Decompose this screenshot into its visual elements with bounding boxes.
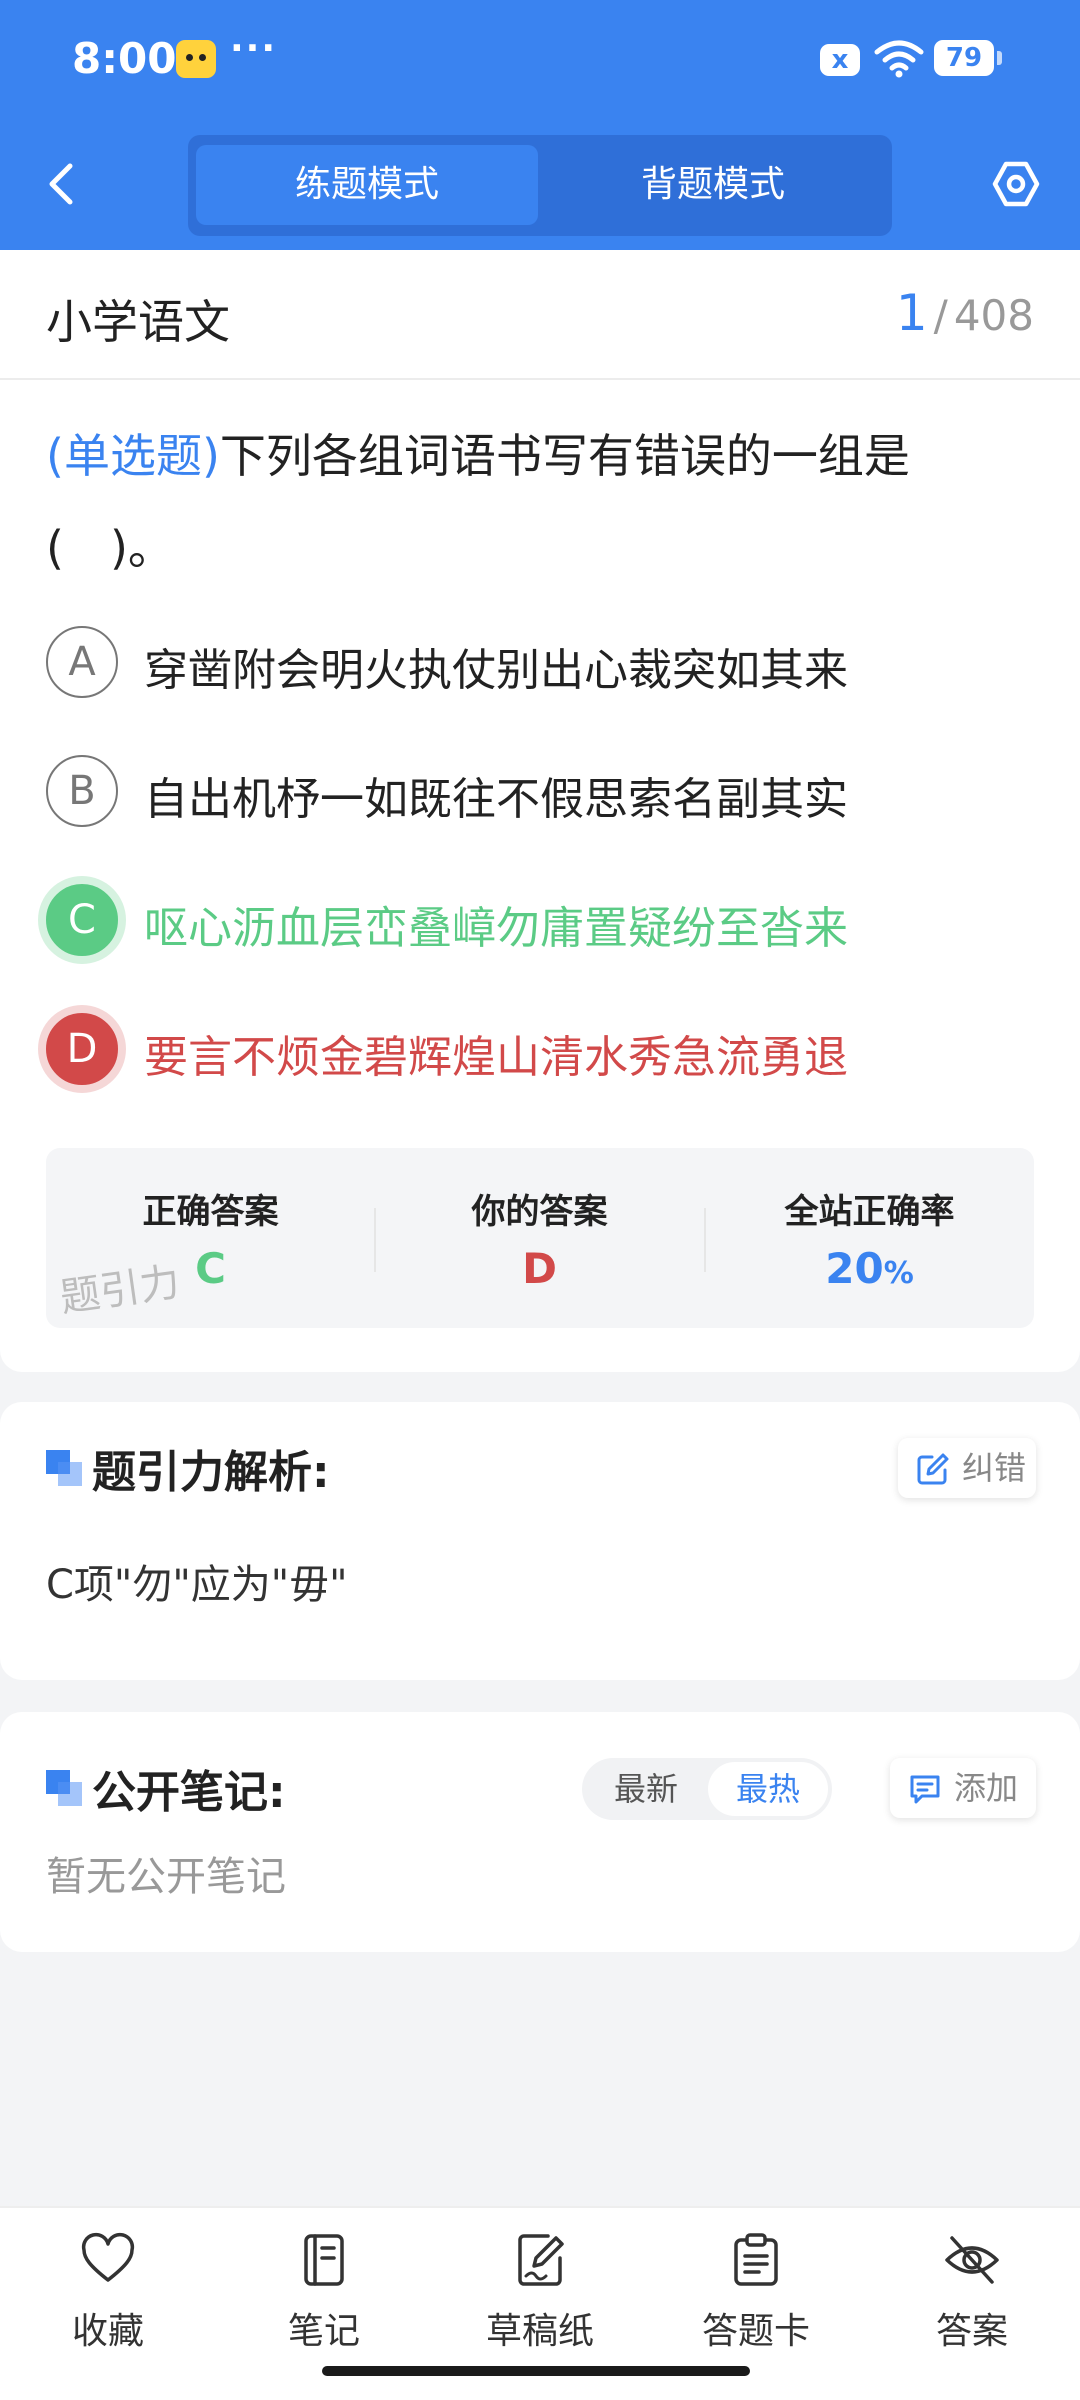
option-d[interactable]: D 要言不烦金碧辉煌山清水秀急流勇退 xyxy=(46,1009,1046,1089)
add-note-button[interactable]: 添加 xyxy=(890,1758,1036,1818)
back-button[interactable] xyxy=(38,158,90,210)
status-time: 8:00 xyxy=(72,34,177,83)
more-notifications-icon: ··· xyxy=(230,28,278,69)
option-text: 呕心沥血层峦叠嶂勿庸置疑纷至沓来 xyxy=(144,903,848,954)
home-indicator[interactable] xyxy=(322,2366,750,2376)
progress-total: 408 xyxy=(953,291,1034,340)
app-header: 8:00 ··· x 79 练题模式 背题模式 xyxy=(0,0,1080,250)
eye-off-icon xyxy=(945,2236,999,2284)
nav-label: 答案 xyxy=(935,2311,1008,2352)
notes-sort-toggle: 最新 最热 xyxy=(582,1758,832,1820)
sort-newest[interactable]: 最新 xyxy=(586,1758,706,1820)
your-answer: 你的答案 D xyxy=(375,1148,704,1328)
nav-label: 笔记 xyxy=(287,2311,360,2352)
option-letter: C xyxy=(46,884,118,956)
subject-title: 小学语文 xyxy=(46,295,230,349)
practice-page: 8:00 ··· x 79 练题模式 背题模式 小学语文 1 / 408 (单选… xyxy=(0,0,1080,2400)
tab-practice-mode[interactable]: 练题模式 xyxy=(196,145,538,225)
option-letter: B xyxy=(46,755,118,827)
progress-current: 1 xyxy=(895,284,928,342)
option-letter: D xyxy=(46,1013,118,1085)
draft-icon xyxy=(518,2234,564,2286)
option-a[interactable]: A 穿凿附会明火执仗别出心裁突如其来 xyxy=(46,622,1046,702)
comment-icon xyxy=(910,1775,940,1804)
nav-label: 草稿纸 xyxy=(485,2311,594,2352)
notebook-icon xyxy=(304,2234,344,2286)
notes-empty-text: 暂无公开笔记 xyxy=(46,1854,286,1900)
question-type: (单选题) xyxy=(46,429,220,483)
status-bar: 8:00 ··· x 79 xyxy=(0,0,1080,120)
section-square-icon xyxy=(46,1770,82,1806)
nav-answer-card[interactable]: 答题卡 xyxy=(676,2232,836,2362)
wifi-icon xyxy=(874,40,924,78)
option-letter: A xyxy=(46,626,118,698)
nav-label: 答题卡 xyxy=(701,2311,810,2352)
mode-switch: 练题模式 背题模式 xyxy=(188,135,892,236)
public-notes-card: 公开笔记: 最新 最热 添加 暂无公开笔记 xyxy=(0,1712,1080,1952)
correct-answer-label: 正确答案 xyxy=(142,1192,279,1232)
site-accuracy-value: 20% xyxy=(705,1244,1034,1293)
add-note-label: 添加 xyxy=(954,1769,1019,1807)
question-card: 小学语文 1/408 (单选题)下列各组词语书写有错误的一组是( )。 A 穿凿… xyxy=(0,250,1080,1372)
site-accuracy-label: 全站正确率 xyxy=(784,1192,955,1232)
section-square-icon xyxy=(46,1450,82,1486)
answer-summary: 正确答案 C 你的答案 D 全站正确率 20% 题引力 xyxy=(46,1148,1034,1328)
nav-label: 收藏 xyxy=(71,2311,144,2352)
question-progress[interactable]: 1/408 xyxy=(896,284,1034,342)
site-accuracy-number: 20 xyxy=(825,1244,884,1293)
site-accuracy-unit: % xyxy=(883,1256,914,1291)
site-accuracy: 全站正确率 20% xyxy=(705,1148,1034,1328)
nav-favorite[interactable]: 收藏 xyxy=(28,2232,188,2362)
option-text: 自出机杼一如既往不假思索名副其实 xyxy=(144,774,848,825)
option-text: 要言不烦金碧辉煌山清水秀急流勇退 xyxy=(144,1032,848,1083)
no-sim-icon: x xyxy=(820,44,860,76)
option-text: 穿凿附会明火执仗别出心裁突如其来 xyxy=(144,645,848,696)
option-b[interactable]: B 自出机杼一如既往不假思索名副其实 xyxy=(46,751,1046,831)
analysis-card: 题引力解析: 纠错 C项"勿"应为"毋" xyxy=(0,1402,1080,1680)
tab-memorize-mode[interactable]: 背题模式 xyxy=(542,145,884,225)
nav-notes[interactable]: 笔记 xyxy=(244,2232,404,2362)
settings-hexagon-icon[interactable] xyxy=(990,158,1042,210)
analysis-title: 题引力解析: xyxy=(92,1447,330,1498)
report-error-label: 纠错 xyxy=(962,1449,1027,1487)
report-error-button[interactable]: 纠错 xyxy=(898,1438,1036,1498)
heart-icon xyxy=(81,2232,135,2282)
edit-icon xyxy=(917,1453,949,1485)
sort-hottest[interactable]: 最热 xyxy=(708,1762,828,1816)
app-notification-icon xyxy=(176,40,216,78)
progress-separator: / xyxy=(933,291,948,340)
question-stem: (单选题)下列各组词语书写有错误的一组是( )。 xyxy=(46,410,1026,594)
clipboard-icon xyxy=(734,2233,778,2286)
option-c[interactable]: C 呕心沥血层峦叠嶂勿庸置疑纷至沓来 xyxy=(46,880,1046,960)
your-answer-value: D xyxy=(522,1244,557,1293)
battery-icon: 79 xyxy=(934,40,1002,76)
your-answer-label: 你的答案 xyxy=(471,1192,608,1232)
nav-answer[interactable]: 答案 xyxy=(892,2232,1052,2362)
nav-draft-paper[interactable]: 草稿纸 xyxy=(460,2232,620,2362)
notes-title: 公开笔记: xyxy=(92,1767,286,1818)
subject-row: 小学语文 1/408 xyxy=(0,250,1080,380)
analysis-text: C项"勿"应为"毋" xyxy=(46,1562,348,1608)
